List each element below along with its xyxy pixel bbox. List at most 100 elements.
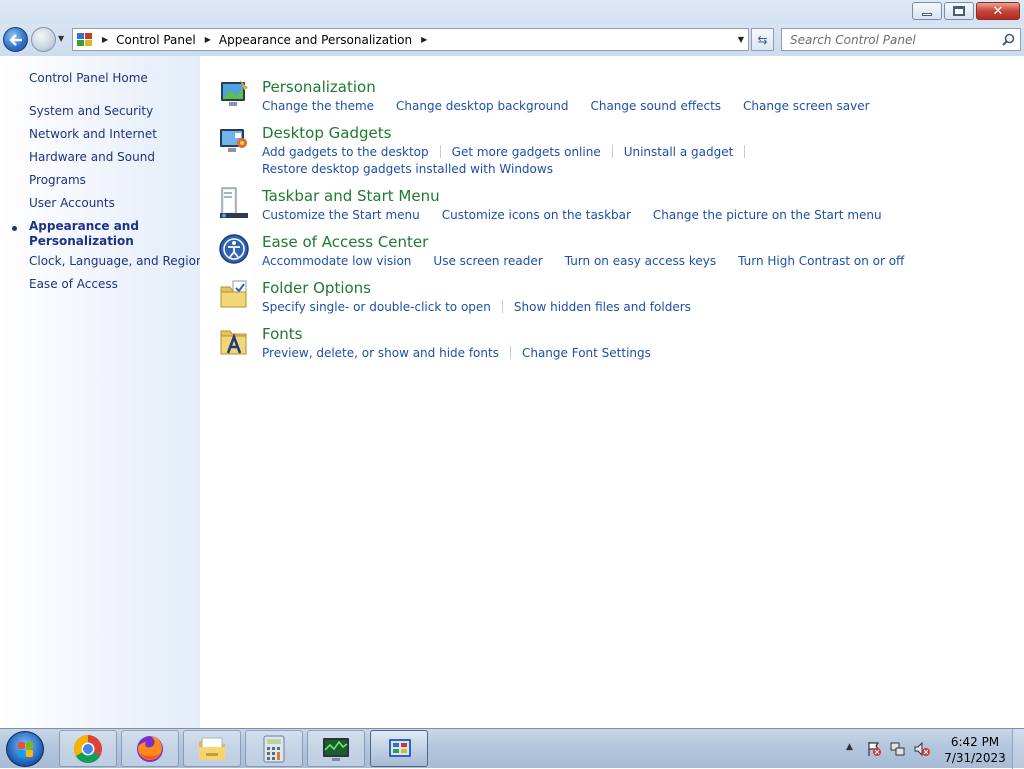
link-use-screen-reader[interactable]: Use screen reader <box>433 254 542 268</box>
fonts-title[interactable]: Fonts <box>262 325 302 343</box>
link-change-desktop-background[interactable]: Change desktop background <box>396 99 568 113</box>
windows-logo-icon <box>18 742 34 758</box>
back-arrow-icon <box>8 33 22 46</box>
start-button[interactable] <box>6 731 44 767</box>
breadcrumb-separator-icon[interactable]: ▶ <box>205 35 211 44</box>
breadcrumb-control-panel[interactable]: Control Panel <box>116 33 196 47</box>
sidebar-item-hardware-sound[interactable]: Hardware and Sound <box>29 150 155 164</box>
recent-pages-dropdown[interactable]: ▼ <box>58 34 68 46</box>
fonts-icon[interactable] <box>218 325 250 357</box>
link-show-hidden-files[interactable]: Show hidden files and folders <box>514 300 691 314</box>
link-change-font-settings[interactable]: Change Font Settings <box>522 346 651 360</box>
left-navigation-pane: Control Panel Home System and Security N… <box>0 56 204 728</box>
firefox-icon <box>137 735 163 762</box>
search-input[interactable]: Search Control Panel <box>790 33 916 47</box>
taskbar-start-menu-links: Customize the Start menu Customize icons… <box>262 206 882 223</box>
breadcrumb-appearance[interactable]: Appearance and Personalization <box>219 33 412 47</box>
close-button[interactable]: ✕ <box>976 2 1020 20</box>
network-icon[interactable] <box>890 741 906 757</box>
link-get-more-gadgets[interactable]: Get more gadgets online <box>452 145 601 159</box>
taskbar-chrome-button[interactable] <box>59 730 117 767</box>
current-section-bullet-icon <box>12 226 17 231</box>
control-panel-icon <box>389 738 411 757</box>
show-desktop-button[interactable] <box>1012 729 1024 769</box>
link-single-double-click[interactable]: Specify single- or double-click to open <box>262 300 491 314</box>
forward-button[interactable] <box>31 27 56 52</box>
close-icon: ✕ <box>992 3 1004 19</box>
sidebar-item-clock-language-region[interactable]: Clock, Language, and Region <box>29 254 204 268</box>
taskbar-explorer-button[interactable] <box>183 730 241 767</box>
link-change-sound-effects[interactable]: Change sound effects <box>590 99 721 113</box>
control-panel-home-link[interactable]: Control Panel Home <box>29 71 148 85</box>
link-change-start-menu-picture[interactable]: Change the picture on the Start menu <box>653 208 882 222</box>
link-customize-start-menu[interactable]: Customize the Start menu <box>262 208 420 222</box>
taskbar-icon[interactable] <box>218 187 250 219</box>
ease-of-access-links: Accommodate low vision Use screen reader… <box>262 252 904 269</box>
link-add-gadgets[interactable]: Add gadgets to the desktop <box>262 145 429 159</box>
link-high-contrast[interactable]: Turn High Contrast on or off <box>738 254 904 268</box>
link-easy-access-keys[interactable]: Turn on easy access keys <box>565 254 716 268</box>
ease-of-access-icon[interactable] <box>218 233 250 265</box>
chrome-icon <box>74 734 102 763</box>
link-customize-taskbar-icons[interactable]: Customize icons on the taskbar <box>442 208 631 222</box>
search-box[interactable]: Search Control Panel <box>781 28 1021 51</box>
personalization-icon[interactable] <box>218 78 250 110</box>
file-explorer-icon <box>199 737 225 760</box>
desktop-gadgets-icon[interactable] <box>218 124 250 156</box>
taskbar-calculator-button[interactable] <box>245 730 303 767</box>
link-separator <box>439 145 441 158</box>
search-icon[interactable] <box>1002 33 1015 46</box>
address-bar[interactable]: ▶ Control Panel ▶ Appearance and Persona… <box>72 28 749 51</box>
control-panel-icon <box>77 32 93 47</box>
breadcrumb-separator-icon[interactable]: ▶ <box>421 35 427 44</box>
system-clock[interactable]: 6:42 PM 7/31/2023 <box>940 734 1010 766</box>
window-controls: ✕ <box>912 2 1020 20</box>
action-center-icon[interactable] <box>866 741 882 757</box>
sidebar-item-ease-of-access[interactable]: Ease of Access <box>29 277 118 291</box>
breadcrumb-separator-icon[interactable]: ▶ <box>102 35 108 44</box>
taskbar-system-monitor-button[interactable] <box>307 730 365 767</box>
maximize-button[interactable] <box>944 2 974 20</box>
taskbar-start-menu-title[interactable]: Taskbar and Start Menu <box>262 187 440 205</box>
refresh-icon: ⇆ <box>757 32 768 47</box>
clock-date: 7/31/2023 <box>944 751 1006 765</box>
link-accommodate-low-vision[interactable]: Accommodate low vision <box>262 254 411 268</box>
link-preview-fonts[interactable]: Preview, delete, or show and hide fonts <box>262 346 499 360</box>
minimize-icon <box>922 12 932 16</box>
sidebar-item-user-accounts[interactable]: User Accounts <box>29 196 115 210</box>
taskbar: ▲ 6:42 PM 7/31/2023 <box>0 728 1024 769</box>
refresh-button[interactable]: ⇆ <box>751 28 774 51</box>
calculator-icon <box>263 735 285 762</box>
link-change-screen-saver[interactable]: Change screen saver <box>743 99 870 113</box>
sidebar-item-system-security[interactable]: System and Security <box>29 104 153 118</box>
desktop-gadgets-links: Add gadgets to the desktop Get more gadg… <box>262 143 862 177</box>
folder-options-title[interactable]: Folder Options <box>262 279 371 297</box>
link-separator <box>509 346 511 359</box>
taskbar-control-panel-button[interactable] <box>370 730 428 767</box>
back-button[interactable] <box>3 27 28 52</box>
link-change-theme[interactable]: Change the theme <box>262 99 374 113</box>
ease-of-access-center-title[interactable]: Ease of Access Center <box>262 233 428 251</box>
address-dropdown-icon[interactable]: ▼ <box>738 35 744 44</box>
restore-icon <box>953 6 965 16</box>
volume-muted-icon[interactable] <box>914 741 930 757</box>
personalization-title[interactable]: Personalization <box>262 78 376 96</box>
system-monitor-icon <box>323 737 349 761</box>
taskbar-firefox-button[interactable] <box>121 730 179 767</box>
link-separator <box>501 300 503 313</box>
folder-options-icon[interactable] <box>218 279 250 311</box>
link-uninstall-gadget[interactable]: Uninstall a gadget <box>624 145 734 159</box>
link-separator <box>611 145 613 158</box>
show-hidden-icons-icon[interactable]: ▲ <box>846 742 853 752</box>
sidebar-item-network-internet[interactable]: Network and Internet <box>29 127 157 141</box>
window-title-bar: ✕ <box>0 0 1024 24</box>
desktop-gadgets-title[interactable]: Desktop Gadgets <box>262 124 391 142</box>
minimize-button[interactable] <box>912 2 942 20</box>
folder-options-links: Specify single- or double-click to open … <box>262 298 862 315</box>
navigation-bar: ▼ ▶ Control Panel ▶ Appearance and Perso… <box>0 24 1024 56</box>
sidebar-item-programs[interactable]: Programs <box>29 173 86 187</box>
clock-time: 6:42 PM <box>950 735 1000 749</box>
link-separator <box>744 145 746 158</box>
link-restore-gadgets[interactable]: Restore desktop gadgets installed with W… <box>262 162 553 176</box>
sidebar-item-appearance-personalization: Appearance and Personalization <box>29 219 139 248</box>
